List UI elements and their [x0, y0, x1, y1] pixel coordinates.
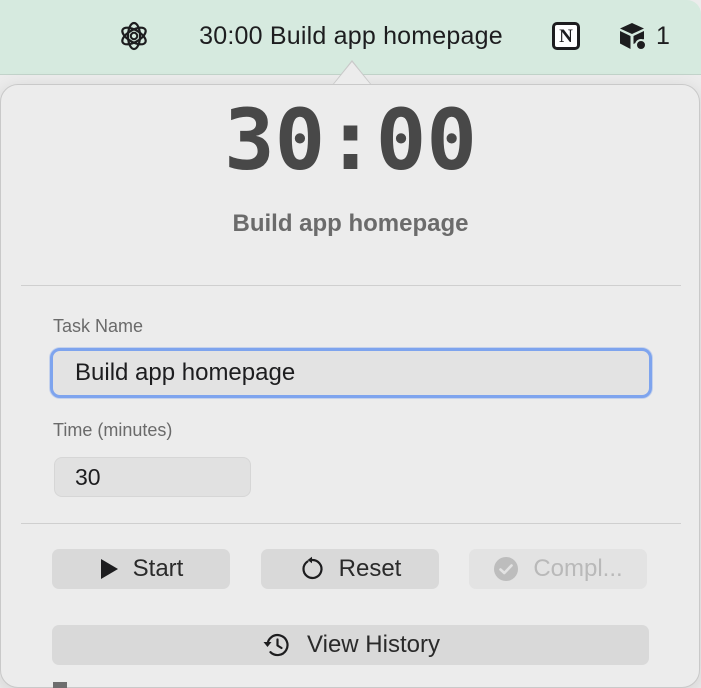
notion-letter: N [559, 25, 573, 47]
divider-top [21, 285, 681, 286]
box-menu-item[interactable]: 1 [616, 0, 686, 72]
start-button[interactable]: Start [52, 549, 230, 589]
complete-button-label: Compl... [533, 555, 623, 582]
chatgpt-icon [117, 19, 151, 53]
start-button-label: Start [132, 555, 184, 582]
play-icon [99, 558, 119, 580]
reset-icon [299, 556, 325, 582]
task-name-input[interactable] [50, 348, 652, 398]
time-minutes-input[interactable] [54, 457, 251, 497]
window-edge-fragment [53, 682, 67, 688]
view-history-button[interactable]: View History [52, 625, 649, 665]
complete-button[interactable]: Compl... [469, 549, 647, 589]
time-minutes-label: Time (minutes) [53, 420, 173, 440]
task-name-label: Task Name [53, 316, 144, 336]
notion-icon: N [552, 22, 580, 50]
box-badge-count: 1 [656, 21, 670, 50]
countdown-display: 30:00 [224, 91, 477, 189]
chatgpt-menu-item[interactable] [114, 0, 154, 72]
box-icon [616, 20, 648, 52]
divider-bottom [21, 523, 681, 524]
notion-menu-item[interactable]: N [548, 0, 584, 72]
checkmark-circle-icon [493, 556, 519, 582]
menubar-timer-label: 30:00 Build app homepage [199, 21, 503, 50]
reset-button[interactable]: Reset [261, 549, 439, 589]
popover-arrow [334, 62, 370, 84]
history-icon [261, 631, 291, 659]
reset-button-label: Reset [338, 555, 402, 582]
current-task-title: Build app homepage [232, 210, 469, 237]
view-history-label: View History [307, 631, 440, 658]
